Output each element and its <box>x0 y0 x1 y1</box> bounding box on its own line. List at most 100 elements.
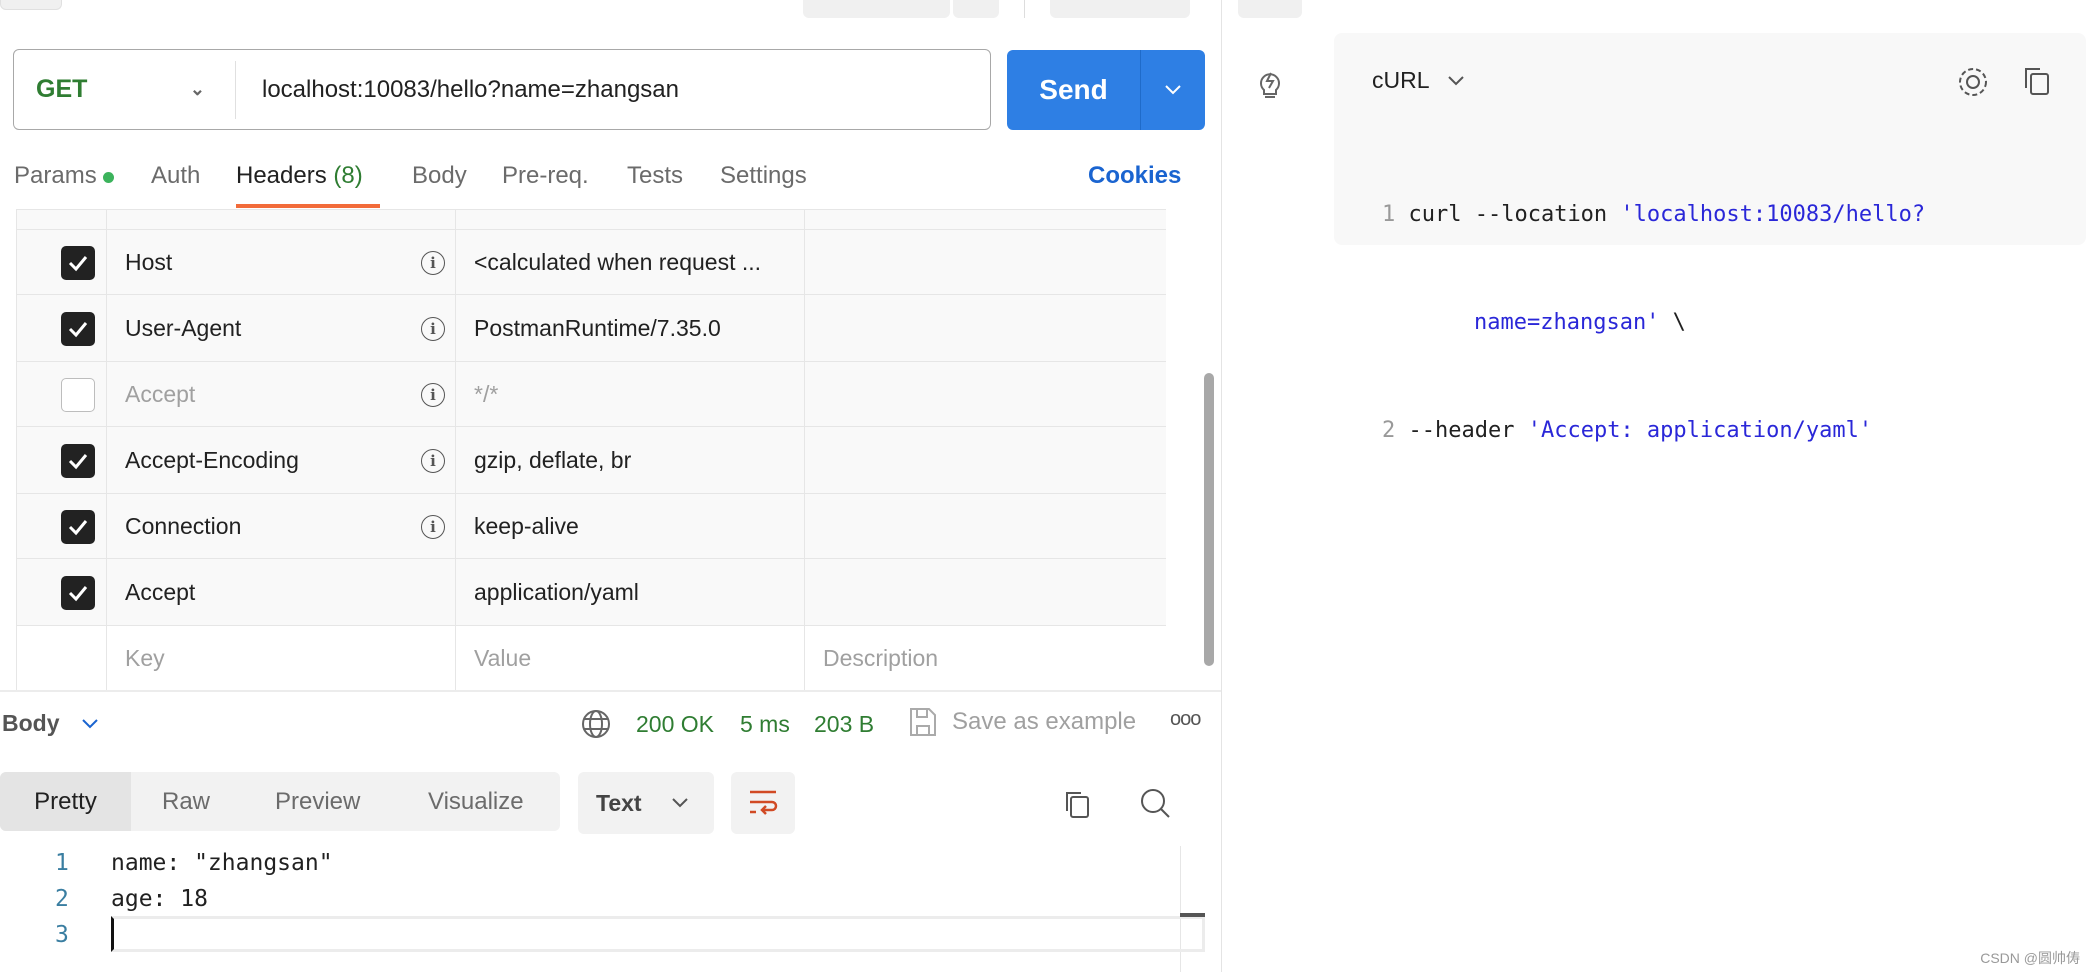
lightbulb-icon <box>1260 72 1280 98</box>
header-key[interactable]: Host <box>106 230 455 294</box>
info-icon[interactable]: i <box>421 448 445 473</box>
copy-icon[interactable] <box>1062 789 1092 819</box>
request-bar: GET ⌄ localhost:10083/hello?name=zhangsan <box>13 49 991 130</box>
send-options-chevron-icon[interactable] <box>1141 50 1205 130</box>
copy-icon[interactable] <box>2022 65 2052 97</box>
header-value[interactable]: application/yaml <box>455 559 804 625</box>
header-value[interactable]: */* <box>455 362 804 426</box>
header-description[interactable] <box>804 295 1166 361</box>
table-row: Connection i keep-alive <box>17 493 1166 558</box>
panel-button[interactable] <box>1238 0 1302 18</box>
table-row: User-Agent i PostmanRuntime/7.35.0 <box>17 294 1166 361</box>
scrollbar[interactable] <box>1204 373 1214 666</box>
table-row: Host i <calculated when request ... <box>17 229 1166 294</box>
header-description[interactable] <box>804 427 1166 493</box>
header-key[interactable]: User-Agent <box>106 295 455 361</box>
format-select[interactable]: Text <box>578 772 714 834</box>
info-icon[interactable]: i <box>421 316 445 341</box>
row-checkbox[interactable] <box>61 311 95 346</box>
header-description[interactable] <box>804 494 1166 558</box>
tab-tests[interactable]: Tests <box>627 162 683 190</box>
search-icon[interactable] <box>1140 788 1172 820</box>
view-pretty[interactable]: Pretty <box>0 772 131 831</box>
chevron-down-icon <box>81 718 98 728</box>
response-size[interactable]: 203 B <box>814 711 874 738</box>
row-checkbox[interactable] <box>61 509 95 544</box>
header-key[interactable]: Accept <box>106 559 455 625</box>
watermark: CSDN @圆帅俦 <box>1980 950 2080 966</box>
wrap-icon <box>750 790 778 815</box>
view-raw[interactable]: Raw <box>162 772 210 831</box>
toolbar-dropdown[interactable] <box>953 0 999 18</box>
tab-body[interactable]: Body <box>412 162 467 190</box>
active-line[interactable] <box>111 916 1205 952</box>
editor-scroll-marker <box>1180 913 1205 917</box>
chevron-down-icon <box>1447 75 1464 85</box>
send-button[interactable]: Send <box>1007 50 1205 130</box>
row-checkbox[interactable] <box>61 377 95 412</box>
row-checkbox[interactable] <box>61 245 95 280</box>
code-line: 2 --header 'Accept: application/yaml' <box>1382 418 1873 443</box>
table-row: Accept application/yaml <box>17 558 1166 625</box>
key-input[interactable]: Key <box>106 626 455 690</box>
table-row: Accept-Encoding i gzip, deflate, br <box>17 426 1166 493</box>
tab-headers[interactable]: Headers (8) <box>236 162 363 190</box>
tab-auth[interactable]: Auth <box>151 162 200 190</box>
response-body-select[interactable]: Body <box>2 710 98 737</box>
cookies-link[interactable]: Cookies <box>1088 162 1181 190</box>
editor-gutter-line <box>1180 846 1181 972</box>
more-options-icon[interactable]: ooo <box>1170 708 1201 731</box>
snippet-code: 1 curl --location 'localhost:10083/hello… <box>1382 125 1925 521</box>
status-code[interactable]: 200 OK <box>636 711 714 738</box>
divider <box>1024 0 1025 18</box>
view-toggle[interactable] <box>1050 0 1190 18</box>
row-checkbox[interactable] <box>61 443 95 478</box>
active-tab-indicator <box>236 204 380 208</box>
settings-gear-icon[interactable] <box>1956 65 1990 99</box>
code-line: 1 curl --location 'localhost:10083/hello… <box>1382 202 1926 227</box>
value-input[interactable]: Value <box>455 626 804 690</box>
toolbar-button[interactable] <box>803 0 950 18</box>
code-snippet-panel: cURL 1 curl --location 'localhost:10083/… <box>1334 33 2086 443</box>
panel-divider[interactable] <box>1221 0 1222 972</box>
response-time[interactable]: 5 ms <box>740 711 790 738</box>
save-icon <box>910 708 936 736</box>
send-label: Send <box>1007 50 1141 130</box>
chevron-down-icon: ⌄ <box>189 79 205 99</box>
table-row: Accept i */* <box>17 361 1166 426</box>
save-as-example-button[interactable]: Save as example <box>952 708 1136 736</box>
wrap-lines-button[interactable] <box>731 772 795 834</box>
header-key[interactable]: Accept-Encoding <box>106 427 455 493</box>
code-line: name=zhangsan' \ <box>1474 310 1686 335</box>
header-value[interactable]: keep-alive <box>455 494 804 558</box>
info-icon[interactable]: i <box>421 382 445 407</box>
chevron-down-icon <box>672 798 688 808</box>
url-input[interactable]: localhost:10083/hello?name=zhangsan <box>236 76 679 104</box>
method-label: GET <box>36 75 88 103</box>
pane-divider[interactable] <box>0 690 1221 692</box>
header-value[interactable]: gzip, deflate, br <box>455 427 804 493</box>
back-button[interactable] <box>0 0 62 10</box>
header-key[interactable]: Accept <box>106 362 455 426</box>
params-dot-icon <box>103 172 115 183</box>
header-value[interactable]: <calculated when request ... <box>455 230 804 294</box>
info-icon[interactable]: i <box>421 514 445 539</box>
tab-prereq[interactable]: Pre-req. <box>502 162 589 190</box>
method-select[interactable]: GET ⌄ <box>14 60 236 119</box>
info-icon[interactable]: i <box>421 250 445 275</box>
header-value[interactable]: PostmanRuntime/7.35.0 <box>455 295 804 361</box>
tab-params[interactable]: Params <box>14 162 115 190</box>
view-preview[interactable]: Preview <box>275 772 360 831</box>
header-description[interactable] <box>804 362 1166 426</box>
table-row-new: Key Value Description <box>17 625 1166 690</box>
description-input[interactable]: Description <box>804 626 1166 690</box>
row-checkbox[interactable] <box>61 575 95 610</box>
headers-table: Host i <calculated when request ... User… <box>16 209 1166 690</box>
tab-settings[interactable]: Settings <box>720 162 807 190</box>
header-key[interactable]: Connection <box>106 494 455 558</box>
globe-icon[interactable] <box>581 709 611 739</box>
header-description[interactable] <box>804 559 1166 625</box>
view-visualize[interactable]: Visualize <box>428 772 524 831</box>
language-select[interactable]: cURL <box>1372 67 1464 94</box>
header-description[interactable] <box>804 230 1166 294</box>
